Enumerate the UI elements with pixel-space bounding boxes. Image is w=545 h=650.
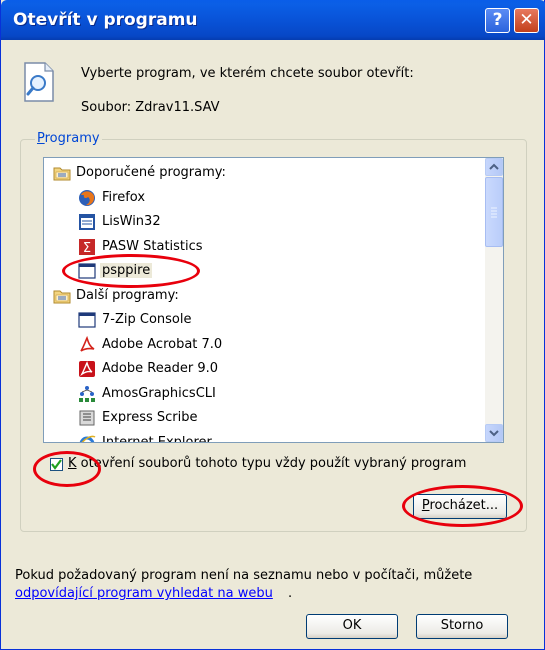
file-search-icon [24, 62, 54, 102]
list-item[interactable]: Σ PASW Statistics [44, 235, 484, 259]
intro-text: Vyberte program, ve kterém chcete soubor… [81, 66, 414, 81]
folder-icon [53, 290, 71, 303]
footer-period: . [288, 586, 293, 601]
list-item[interactable]: Firefox [44, 186, 484, 210]
list-category: Další programy: [44, 284, 484, 308]
chevron-down-icon [489, 430, 499, 437]
pasw-icon: Σ [79, 238, 95, 256]
list-item-label: Express Scribe [102, 410, 198, 425]
list-item-label: AmosGraphicsCLI [102, 385, 216, 401]
firefox-icon [79, 189, 95, 206]
list-item[interactable]: LisWin32 [44, 210, 484, 234]
svg-text:Σ: Σ [83, 241, 91, 256]
list-item-label: Adobe Reader 9.0 [102, 361, 219, 376]
liswin-icon [79, 214, 95, 230]
scroll-down-button[interactable] [485, 424, 503, 442]
scroll-up-button[interactable] [485, 158, 503, 176]
list-item-label: Adobe Acrobat 7.0 [102, 336, 223, 352]
list-item-label: Další programy: [76, 287, 179, 303]
ok-button[interactable]: OK [306, 614, 398, 639]
cancel-button[interactable]: Storno [416, 614, 508, 639]
browse-button[interactable]: Procházet... [413, 494, 507, 519]
acrobat-icon [80, 335, 95, 352]
list-item[interactable]: 7-Zip Console [44, 308, 484, 332]
list-item[interactable]: psppire [44, 259, 484, 283]
help-button[interactable]: ? [485, 8, 510, 33]
list-item-label: LisWin32 [102, 214, 161, 229]
title-bar[interactable]: Otevřít v programu ? ✕ [1, 0, 545, 40]
list-item-label: psppire [100, 263, 153, 278]
programs-list[interactable]: Doporučené programy: Firefox LisWin32 Σ PASW… [43, 157, 504, 443]
scroll-thumb[interactable] [485, 177, 503, 247]
help-icon: ? [492, 10, 503, 30]
list-item[interactable]: Adobe Acrobat 7.0 [44, 333, 484, 357]
list-item[interactable]: Express Scribe [44, 406, 484, 430]
window-app-icon [78, 312, 96, 328]
list-item[interactable]: Internet Explorer [44, 431, 484, 443]
grip-icon [491, 207, 497, 218]
list-item-label: Internet Explorer [102, 434, 212, 443]
file-name-label: Soubor: Zdrav11.SAV [81, 100, 220, 115]
list-item[interactable]: Adobe Reader 9.0 [44, 357, 484, 381]
always-use-label[interactable]: K otevření souborů tohoto typu vždy použ… [68, 456, 466, 471]
list-item-label: Doporučené programy: [76, 165, 226, 180]
open-with-dialog: Otevřít v programu ? ✕ Vyberte program, … [0, 0, 545, 650]
close-icon: ✕ [519, 10, 534, 30]
list-category: Doporučené programy: [44, 161, 484, 185]
programs-legend: Programy [35, 131, 102, 146]
reader-icon [79, 361, 95, 377]
folder-icon [53, 167, 71, 181]
close-button[interactable]: ✕ [514, 8, 539, 33]
web-search-link[interactable]: odpovídající program vyhledat na webu [15, 586, 273, 601]
footer-text: Pokud požadovaný program není na seznamu… [15, 568, 473, 583]
amos-icon [79, 385, 95, 402]
ie-icon [79, 435, 96, 442]
window-app-icon [78, 263, 96, 279]
dialog-title: Otevřít v programu [13, 10, 198, 30]
list-item-label: 7-Zip Console [102, 312, 192, 327]
always-use-checkbox[interactable] [50, 458, 63, 471]
list-item[interactable]: AmosGraphicsCLI [44, 382, 484, 406]
scribe-icon [79, 410, 95, 426]
list-item-label: PASW Statistics [102, 238, 203, 254]
list-item-label: Firefox [102, 189, 146, 205]
vertical-scrollbar[interactable] [485, 158, 503, 442]
chevron-up-icon [489, 163, 499, 170]
checkmark-icon [51, 459, 62, 470]
